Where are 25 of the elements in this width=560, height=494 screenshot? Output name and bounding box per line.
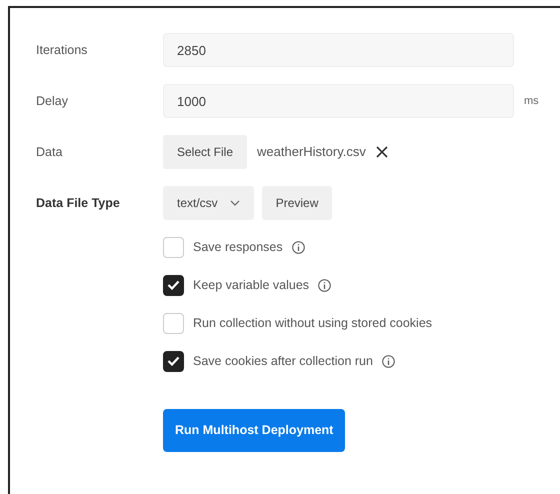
run-button[interactable]: Run Multihost Deployment (163, 409, 346, 452)
field-label: Iterations (36, 42, 88, 59)
check-icon (167, 356, 180, 366)
option-label: Keep variable values (193, 276, 310, 294)
info-icon[interactable] (318, 278, 332, 292)
field-label: Delay (36, 92, 69, 110)
field-label: Data File Type (36, 194, 121, 212)
file-name: weatherHistory.csv (257, 143, 366, 162)
check-icon (167, 280, 180, 290)
info-icon[interactable] (382, 354, 395, 368)
chevron-down-icon (230, 200, 240, 206)
checkbox[interactable] (163, 350, 184, 372)
preview-button[interactable]: Preview (262, 186, 332, 220)
checkbox[interactable] (163, 274, 184, 296)
option-label: Save cookies after collection run (193, 352, 373, 370)
info-icon[interactable] (292, 240, 305, 254)
file-type-dropdown[interactable]: text/csv (163, 186, 254, 220)
close-icon[interactable] (376, 146, 388, 158)
input-field[interactable]: 1000 (163, 84, 514, 118)
input-field[interactable]: 2850 (163, 33, 514, 67)
option-label: Run collection without using stored cookies (193, 314, 432, 332)
select-file-button[interactable]: Select File (163, 135, 248, 169)
field-label: Data (36, 144, 64, 161)
unit-label: ms (524, 94, 539, 109)
option-label: Save responses (193, 238, 283, 256)
